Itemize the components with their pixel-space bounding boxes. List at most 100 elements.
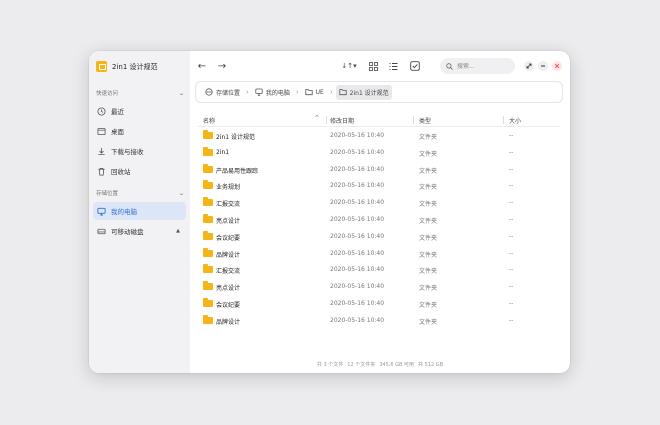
status-total-space: 共 512 GB xyxy=(418,361,444,368)
column-header-type[interactable]: 类型 xyxy=(419,116,431,125)
table-row[interactable]: 2in1 2020-05-16 10:40 文件夹 -- xyxy=(198,144,560,161)
breadcrumb-label: 存储位置 xyxy=(216,89,241,97)
file-type: 文件夹 xyxy=(419,234,438,242)
search-box[interactable] xyxy=(440,58,515,74)
quick-access-header[interactable]: 快速访问 ⌄ xyxy=(96,89,186,98)
sidebar-item-removable-disk[interactable]: 可移动磁盘 ▲ xyxy=(93,222,186,240)
table-row[interactable]: 亮点设计 2020-05-16 10:40 文件夹 -- xyxy=(198,211,560,228)
folder-icon xyxy=(203,230,213,240)
file-date: 2020-05-16 10:40 xyxy=(330,182,385,190)
file-type: 文件夹 xyxy=(419,318,438,326)
minimize-button[interactable] xyxy=(538,61,548,71)
sidebar-item-downloads[interactable]: 下载与接收 xyxy=(93,142,186,160)
sidebar-item-label: 最近 xyxy=(111,108,124,116)
table-row[interactable]: 2in1 设计规范 2020-05-16 10:40 文件夹 -- xyxy=(198,127,560,144)
folder-icon xyxy=(203,297,213,307)
clock-icon xyxy=(96,106,106,116)
sidebar-item-my-computer[interactable]: 我的电脑 xyxy=(93,202,186,220)
grid-icon xyxy=(368,61,378,71)
file-name: 品牌设计 xyxy=(216,251,241,259)
folder-icon xyxy=(203,281,213,291)
file-table: 名称 ⌃ 修改日期 类型 大小 2in1 设计规范 2020-05-16 10:4… xyxy=(198,113,560,329)
breadcrumb-item-storage[interactable]: 存储位置 xyxy=(202,85,243,100)
chevron-down-icon: ⌄ xyxy=(177,89,186,97)
sidebar-item-trash[interactable]: 回收站 xyxy=(93,162,186,180)
close-icon xyxy=(554,63,560,69)
list-view-button[interactable] xyxy=(386,59,400,73)
file-date: 2020-05-16 10:40 xyxy=(330,283,385,291)
file-size: -- xyxy=(509,132,514,139)
app-title-text: 2in1 设计规范 xyxy=(112,62,158,71)
table-row[interactable]: 亮点设计 2020-05-16 10:40 文件夹 -- xyxy=(198,278,560,295)
breadcrumb-label: 2in1 设计规范 xyxy=(349,89,389,97)
sort-up-icon[interactable]: ⌃ xyxy=(314,114,320,122)
column-divider[interactable] xyxy=(503,116,504,124)
table-row[interactable]: 汇报交流 2020-05-16 10:40 文件夹 -- xyxy=(198,194,560,211)
table-row[interactable]: 会议纪要 2020-05-16 10:40 文件夹 -- xyxy=(198,228,560,245)
file-name: 2in1 xyxy=(216,148,230,156)
table-body: 2in1 设计规范 2020-05-16 10:40 文件夹 -- 2in1 2020-0… xyxy=(198,127,560,329)
app-icon xyxy=(96,61,107,72)
folder-icon xyxy=(203,163,213,173)
folder-icon xyxy=(203,130,213,139)
breadcrumb-item-ue[interactable]: UE xyxy=(302,85,327,100)
sidebar-item-desktop[interactable]: 桌面 xyxy=(93,122,186,140)
file-size: -- xyxy=(509,249,514,257)
file-type: 文件夹 xyxy=(419,268,438,276)
minimize-icon xyxy=(541,65,545,67)
grid-view-button[interactable] xyxy=(366,59,380,73)
forward-button[interactable]: → xyxy=(215,59,229,73)
file-size: -- xyxy=(509,215,514,223)
restore-icon xyxy=(526,63,532,69)
main-panel: ← → ↓↑▾ 搜索... 存储位置 › 我的电脑 › UE › 2in1 设计… xyxy=(190,51,570,373)
file-type: 文件夹 xyxy=(419,184,438,192)
drive-icon xyxy=(96,226,106,236)
file-date: 2020-05-16 10:40 xyxy=(330,199,385,207)
table-row[interactable]: 品牌设计 2020-05-16 10:40 文件夹 -- xyxy=(198,312,560,329)
column-header-date[interactable]: 修改日期 xyxy=(330,116,354,125)
sidebar-item-label: 回收站 xyxy=(111,168,131,176)
sidebar-item-recent[interactable]: 最近 xyxy=(93,102,186,120)
storage-header[interactable]: 存储位置 ⌄ xyxy=(96,189,186,198)
select-button[interactable] xyxy=(408,59,422,73)
table-row[interactable]: 品牌设计 2020-05-16 10:40 文件夹 -- xyxy=(198,245,560,262)
table-row[interactable]: 会议纪要 2020-05-16 10:40 文件夹 -- xyxy=(198,295,560,312)
file-size: -- xyxy=(509,266,514,274)
file-type: 文件夹 xyxy=(419,251,438,259)
file-date: 2020-05-16 10:40 xyxy=(330,215,385,223)
chevron-down-icon: ⌄ xyxy=(177,189,186,197)
sidebar: 2in1 设计规范 快速访问 ⌄ 最近 桌面 下载与接收 回收站 存储位置 ⌄ … xyxy=(89,51,190,373)
chevron-right-icon: › xyxy=(295,88,299,96)
file-date: 2020-05-16 10:40 xyxy=(330,148,385,156)
column-divider[interactable] xyxy=(413,116,414,124)
table-row[interactable]: 汇报交流 2020-05-16 10:40 文件夹 -- xyxy=(198,261,560,278)
column-header-size[interactable]: 大小 xyxy=(509,116,521,125)
close-button[interactable] xyxy=(552,61,562,71)
breadcrumb-item-current[interactable]: 2in1 设计规范 xyxy=(335,84,392,100)
eject-icon[interactable]: ▲ xyxy=(176,228,180,234)
search-input[interactable] xyxy=(457,62,515,70)
file-date: 2020-05-16 10:40 xyxy=(330,165,385,173)
breadcrumb-label: UE xyxy=(315,88,324,96)
app-title: 2in1 设计规范 xyxy=(96,60,158,73)
breadcrumb-item-my-computer[interactable]: 我的电脑 xyxy=(252,85,293,100)
table-row[interactable]: 业务规划 2020-05-16 10:40 文件夹 -- xyxy=(198,177,560,194)
restore-button[interactable] xyxy=(524,61,534,71)
column-header-name[interactable]: 名称 xyxy=(203,116,215,125)
back-button[interactable]: ← xyxy=(195,59,209,73)
file-size: -- xyxy=(509,283,514,291)
table-row[interactable]: 产品易用性跟踪 2020-05-16 10:40 文件夹 -- xyxy=(198,161,560,178)
search-icon xyxy=(446,62,453,70)
file-type: 文件夹 xyxy=(419,285,438,293)
trash-icon xyxy=(96,166,106,176)
file-size: -- xyxy=(509,316,514,324)
file-date: 2020-05-16 10:40 xyxy=(330,316,385,324)
file-name: 2in1 设计规范 xyxy=(216,134,256,141)
file-size: -- xyxy=(509,148,514,156)
quick-access-label: 快速访问 xyxy=(96,91,119,97)
column-divider[interactable] xyxy=(326,116,327,124)
chevron-right-icon: › xyxy=(246,88,249,96)
file-date: 2020-05-16 10:40 xyxy=(330,249,385,257)
sort-button[interactable]: ↓↑▾ xyxy=(340,59,358,73)
monitor-icon xyxy=(255,88,263,96)
